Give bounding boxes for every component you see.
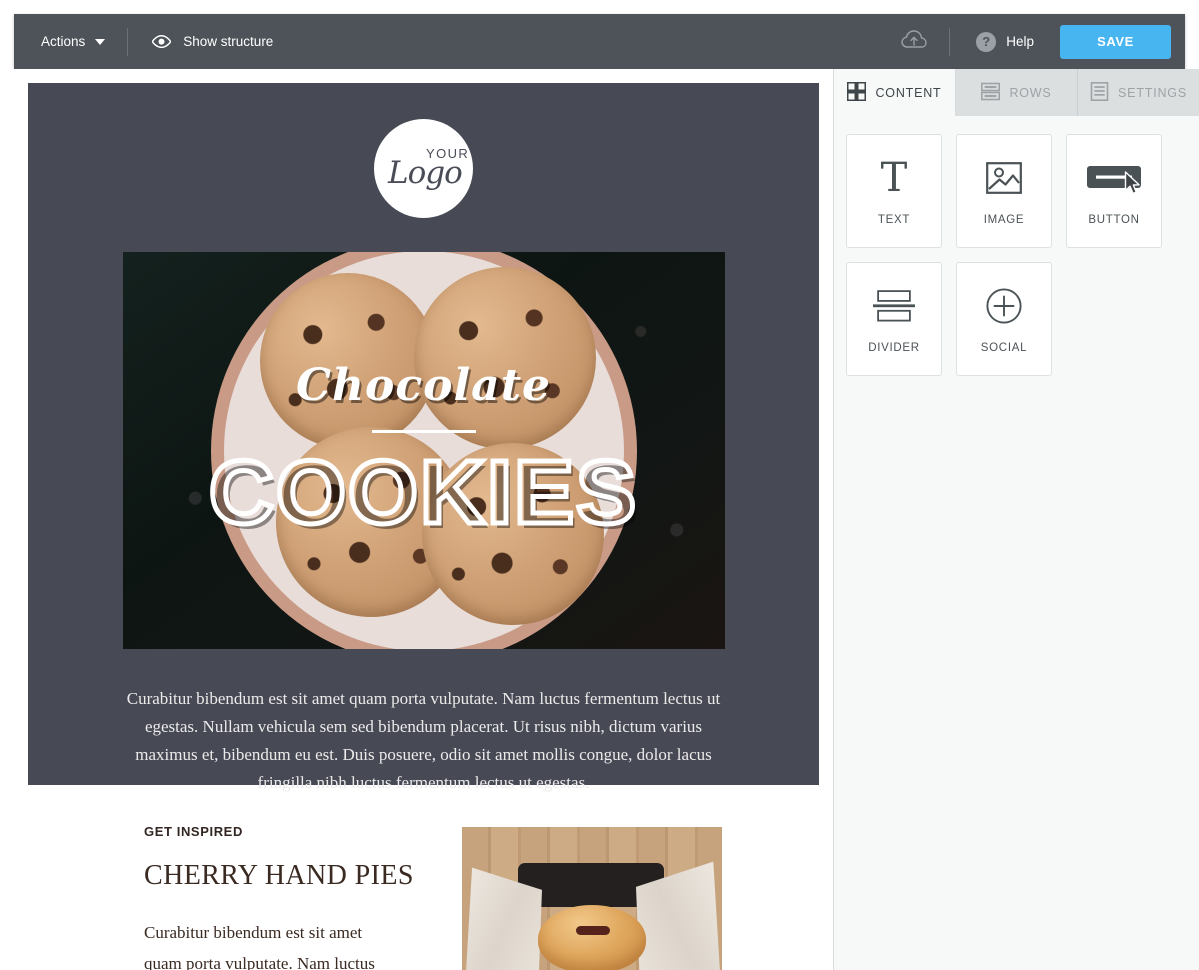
tab-rows[interactable]: ROWS (956, 69, 1078, 116)
block-button[interactable]: BUTTON (1066, 134, 1162, 248)
tab-settings-label: SETTINGS (1118, 85, 1187, 100)
block-text-label: TEXT (877, 214, 911, 226)
hero-divider-rule (371, 430, 476, 433)
email-document: YOUR Logo Chocolate COOKIES Curabitur bi… (28, 83, 819, 970)
top-toolbar: Actions Show structure ? Help SAVE (14, 14, 1185, 69)
divider-icon (873, 284, 915, 328)
cookie-icon (413, 266, 596, 449)
actions-dropdown[interactable]: Actions (14, 14, 127, 69)
email-canvas-area[interactable]: YOUR Logo Chocolate COOKIES Curabitur bi… (0, 69, 833, 970)
tab-rows-label: ROWS (1009, 85, 1052, 100)
hero-image[interactable]: Chocolate COOKIES (122, 252, 725, 649)
block-image[interactable]: IMAGE (956, 134, 1052, 248)
block-divider-label: DIVIDER (868, 342, 920, 354)
inspired-text-column: GET INSPIRED CHERRY HAND PIES Curabitur … (144, 824, 444, 970)
text-t-icon: T (880, 155, 908, 201)
cherry-hand-pie-image[interactable] (462, 827, 722, 970)
panel-tabs: CONTENT ROWS SETTINGS (834, 69, 1199, 116)
document-lines-icon (1090, 81, 1109, 104)
block-social[interactable]: SOCIAL (956, 262, 1052, 376)
block-text[interactable]: T TEXT (846, 134, 942, 248)
block-divider[interactable]: DIVIDER (846, 262, 942, 376)
cloud-upload-button[interactable] (879, 14, 949, 69)
inspired-kicker[interactable]: GET INSPIRED (144, 824, 444, 839)
eye-icon (152, 35, 172, 48)
email-section-inspired[interactable]: GET INSPIRED CHERRY HAND PIES Curabitur … (28, 785, 819, 970)
button-icon (1087, 156, 1141, 200)
logo-badge[interactable]: YOUR Logo (374, 119, 473, 218)
social-plus-circle-icon (986, 284, 1022, 328)
hand-pie (538, 905, 646, 970)
inspired-headline[interactable]: CHERRY HAND PIES (144, 860, 444, 892)
help-button[interactable]: ? Help (950, 14, 1060, 69)
logo-main-text: Logo (388, 155, 463, 191)
hero-script-text: Chocolate (295, 360, 552, 411)
right-sidebar-panel: CONTENT ROWS SETTINGS T TEXT IMAGE BUTTO… (833, 69, 1199, 970)
email-section-hero[interactable]: YOUR Logo Chocolate COOKIES Curabitur bi… (28, 83, 819, 792)
grid-four-squares-icon (846, 81, 867, 104)
toolbar-left-group: Actions Show structure (14, 14, 293, 69)
inspired-paragraph[interactable]: Curabitur bibendum est sit amet quam por… (144, 917, 399, 970)
cloud-upload-icon (901, 29, 927, 54)
block-image-label: IMAGE (983, 214, 1025, 226)
tab-settings[interactable]: SETTINGS (1078, 69, 1199, 116)
block-social-label: SOCIAL (980, 342, 1028, 354)
tab-content[interactable]: CONTENT (834, 69, 956, 116)
hero-title-text: COOKIES (206, 443, 639, 543)
block-button-label: BUTTON (1088, 214, 1140, 226)
image-icon (986, 156, 1022, 200)
help-label: Help (1006, 34, 1034, 49)
actions-label: Actions (41, 34, 86, 49)
question-circle-icon: ? (976, 31, 997, 52)
email-builder-app: Actions Show structure ? Help SAVE YOUR … (0, 0, 1199, 970)
hero-body-paragraph[interactable]: Curabitur bibendum est sit amet quam por… (124, 685, 724, 797)
cherry-filling (576, 926, 610, 935)
save-button[interactable]: SAVE (1060, 24, 1171, 59)
show-structure-toggle[interactable]: Show structure (128, 14, 293, 69)
rows-icon (981, 82, 1001, 104)
show-structure-label: Show structure (183, 34, 274, 49)
content-blocks-grid: T TEXT IMAGE BUTTON DIVIDER SOCIAL (834, 116, 1199, 376)
chevron-down-icon (95, 38, 106, 45)
tab-content-label: CONTENT (875, 85, 942, 100)
logo-row: YOUR Logo (28, 119, 819, 218)
toolbar-right-group: ? Help SAVE (879, 14, 1185, 69)
